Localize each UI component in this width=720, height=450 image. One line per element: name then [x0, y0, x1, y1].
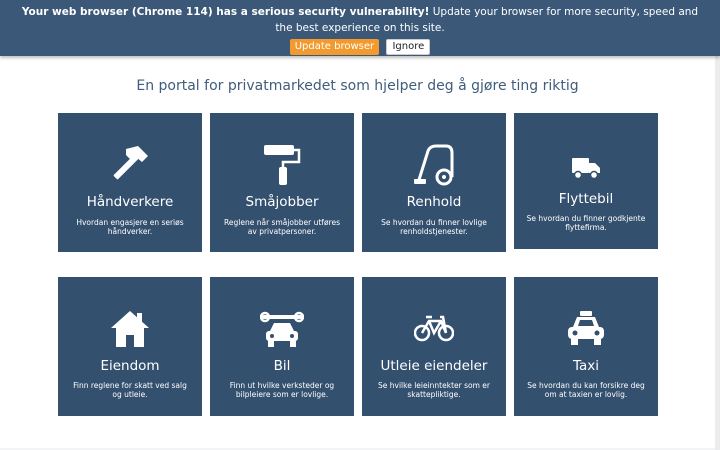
card-description: Se hvordan du finner lovlige renholdstje… [381, 218, 487, 236]
banner-buttons: Update browser Ignore [0, 39, 720, 55]
card-bil[interactable]: Bil Finn ut hvilke verksteder og bilplei… [210, 277, 354, 416]
browser-update-banner: Your web browser (Chrome 114) has a seri… [0, 0, 720, 56]
card-renhold[interactable]: Renhold Se hvordan du finner lovlige ren… [362, 113, 506, 252]
truck-icon [514, 156, 658, 180]
banner-warning-bold: Your web browser (Chrome 114) has a seri… [21, 6, 430, 18]
card-smajobber[interactable]: Småjobber Reglene når småjobber utføres … [210, 113, 354, 252]
card-title: Småjobber [245, 194, 319, 210]
card-title: Flyttebil [558, 191, 614, 207]
house-icon [58, 309, 202, 349]
car-wrench-icon [210, 309, 354, 349]
card-title: Håndverkere [86, 194, 174, 210]
page-heading: En portal for privatmarkedet som hjelper… [136, 78, 579, 94]
card-description: Se hvordan du kan forsikre deg om at tax… [527, 381, 645, 399]
card-taxi[interactable]: Taxi Se hvordan du kan forsikre deg om a… [514, 277, 658, 416]
main-content: En portal for privatmarkedet som hjelper… [0, 56, 715, 448]
card-title: Utleie eiendeler [380, 358, 488, 374]
card-description: Hvordan engasjere en seriøs håndverker. [76, 218, 184, 236]
card-description: Se hvordan du finner godkjente flyttefir… [526, 214, 646, 232]
update-browser-button[interactable]: Update browser [289, 39, 380, 55]
card-utleie-eiendeler[interactable]: Utleie eiendeler Se hvilke leieinntekter… [362, 277, 506, 416]
vacuum-cleaner-icon [362, 143, 506, 187]
hammer-icon [58, 143, 202, 187]
card-description: Finn reglene for skatt ved salg og utlei… [73, 381, 187, 399]
card-title: Eiendom [100, 358, 160, 374]
card-title: Taxi [572, 358, 600, 374]
card-description: Se hvilke leieinntekter som er skattepli… [378, 381, 490, 399]
paint-roller-icon [210, 143, 354, 187]
card-title: Bil [273, 358, 291, 374]
card-description: Finn ut hvilke verksteder og bilpleiere … [229, 381, 335, 399]
card-title: Renhold [406, 194, 462, 210]
scrollbar-track[interactable] [715, 56, 720, 450]
bicycle-icon [362, 313, 506, 343]
ignore-button[interactable]: Ignore [386, 39, 431, 55]
card-handverkere[interactable]: Håndverkere Hvordan engasjere en seriøs … [58, 113, 202, 252]
card-eiendom[interactable]: Eiendom Finn reglene for skatt ved salg … [58, 277, 202, 416]
taxi-icon [514, 311, 658, 347]
card-flyttebil[interactable]: Flyttebil Se hvordan du finner godkjente… [514, 113, 658, 249]
card-description: Reglene når småjobber utføres av privatp… [224, 218, 340, 236]
banner-message: Your web browser (Chrome 114) has a seri… [0, 0, 720, 36]
